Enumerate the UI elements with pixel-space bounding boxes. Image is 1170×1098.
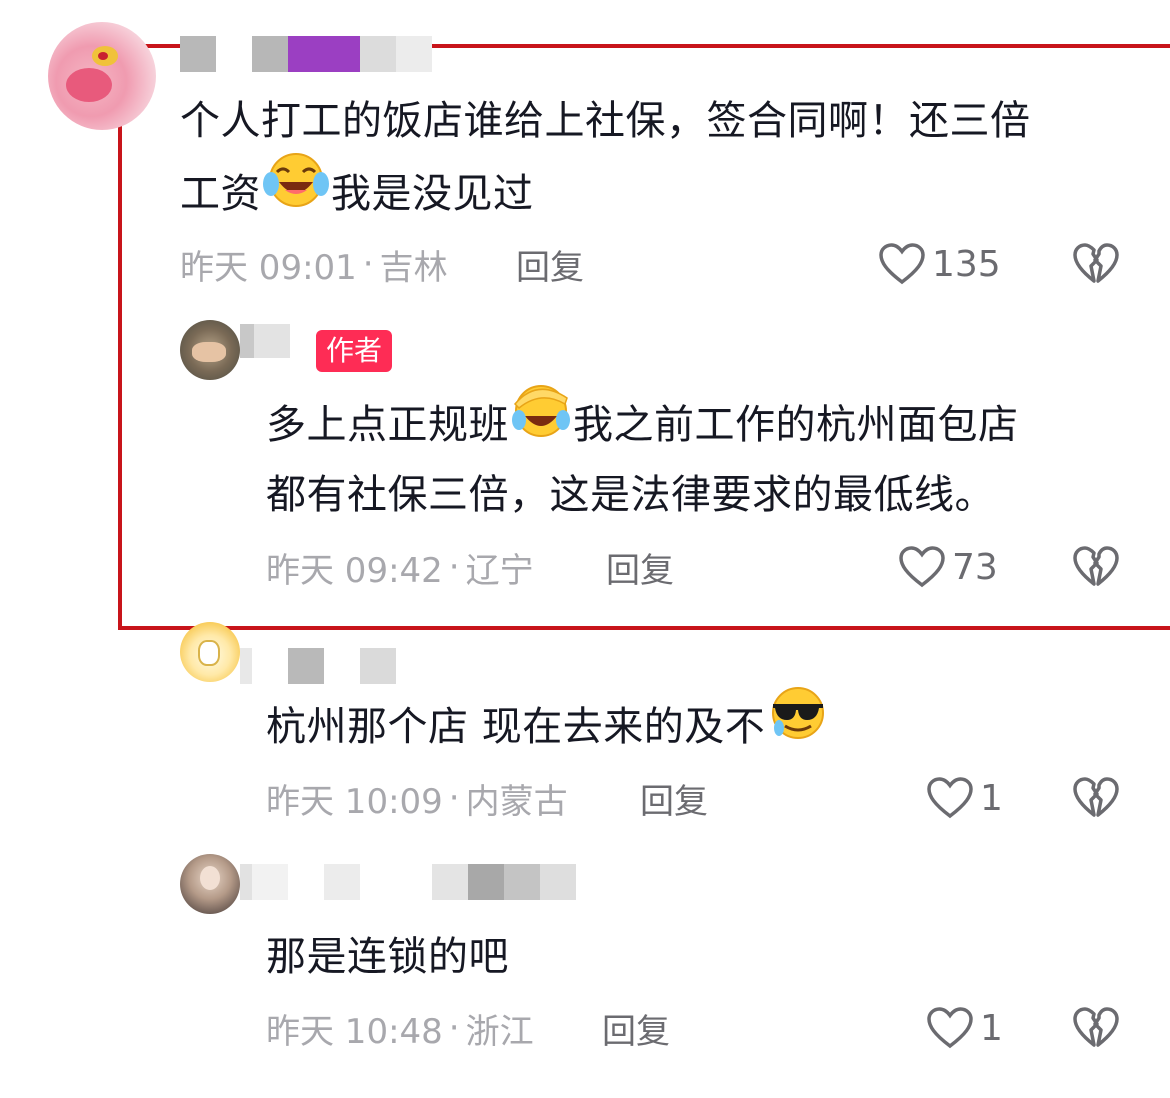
comment-text: 杭州那个店 现在去来的及不: [266, 687, 831, 770]
comment-meta: 昨天 09:42 · 辽宁: [266, 547, 534, 591]
comment-meta: 昨天 10:48 · 浙江: [266, 1008, 534, 1052]
avatar[interactable]: [48, 22, 156, 130]
avatar[interactable]: [180, 854, 240, 914]
reply-button[interactable]: 回复: [606, 545, 674, 591]
comment-text: 个人打工的饭店谁给上社保，签合同啊！还三倍: [180, 98, 1031, 144]
tears-of-joy-emoji: [511, 382, 571, 464]
comment-meta: 昨天 09:01 · 吉林: [180, 244, 448, 288]
like-count: 1: [980, 777, 1003, 819]
username-blurred: [240, 324, 290, 358]
avatar[interactable]: [180, 622, 240, 682]
like-count: 135: [932, 243, 1001, 285]
heart-outline-icon: [899, 546, 945, 588]
broken-heart-icon[interactable]: [1072, 545, 1120, 589]
comment-meta: 昨天 10:09 · 内蒙古: [266, 778, 568, 822]
comment-text: 工资 我是没见过: [180, 153, 534, 238]
heart-outline-icon: [927, 1007, 973, 1049]
like-button[interactable]: 135: [878, 240, 1001, 288]
comment-text: 那是连锁的吧: [266, 934, 509, 980]
reply-button[interactable]: 回复: [602, 1006, 670, 1052]
username-blurred: [180, 36, 432, 72]
tears-of-joy-emoji: [263, 150, 329, 234]
broken-heart-icon[interactable]: [1072, 242, 1120, 286]
like-button[interactable]: 1: [926, 1004, 1003, 1052]
heart-outline-icon: [879, 243, 925, 285]
like-count: 1: [980, 1007, 1003, 1049]
heart-outline-icon: [927, 777, 973, 819]
reply-button[interactable]: 回复: [516, 242, 584, 288]
author-badge: 作者: [316, 330, 393, 372]
sunglasses-emoji: [767, 684, 829, 766]
like-count: 73: [952, 546, 998, 588]
username-blurred: [240, 648, 396, 684]
broken-heart-icon[interactable]: [1072, 1006, 1120, 1050]
reply-button[interactable]: 回复: [640, 776, 708, 822]
like-button[interactable]: 73: [898, 543, 998, 591]
comment-text: 多上点正规班 我之前工作的杭州面包店: [266, 385, 1019, 468]
avatar[interactable]: [180, 320, 240, 380]
comment-text: 都有社保三倍，这是法律要求的最低线。: [266, 472, 995, 518]
broken-heart-icon[interactable]: [1072, 776, 1120, 820]
username-blurred: [240, 864, 576, 900]
like-button[interactable]: 1: [926, 774, 1003, 822]
